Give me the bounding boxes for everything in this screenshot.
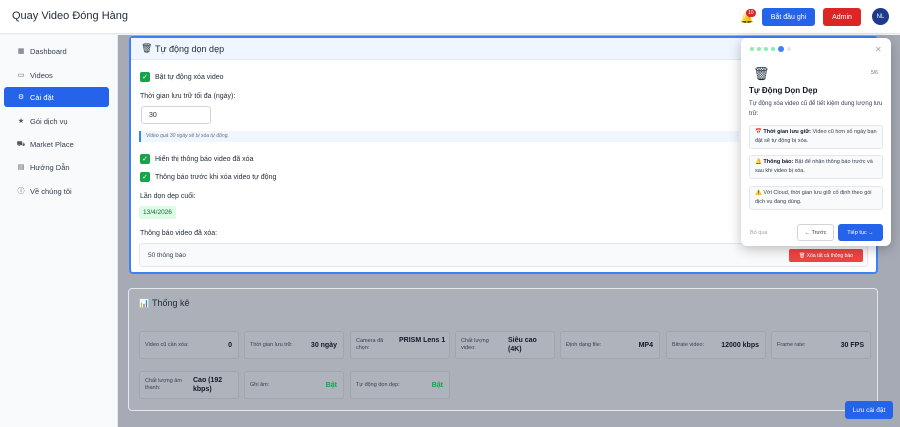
notification-badge: 10 <box>746 9 756 17</box>
gear-icon: ⚙ <box>17 94 25 101</box>
sidebar-item-label: Gói dịch vụ <box>30 116 68 126</box>
show-deleted-checkbox[interactable]: ✓ <box>140 154 150 164</box>
tour-description: Tự động xóa video cũ để tiết kiệm dung l… <box>749 101 883 117</box>
sidebar-item-label: Dashboard <box>30 46 67 56</box>
notif-count: 50 thông báo <box>148 252 186 259</box>
sidebar-item-label: Market Place <box>30 139 74 149</box>
tour-dot <box>750 47 754 51</box>
show-deleted-label: Hiển thị thông báo video đã xóa <box>155 156 254 163</box>
save-settings-button[interactable]: Lưu cài đặt <box>845 401 893 419</box>
retention-days-input[interactable] <box>141 106 211 124</box>
grid-icon: ▦ <box>17 48 25 55</box>
notify-before-checkbox[interactable]: ✓ <box>140 172 150 182</box>
clear-notifications-button[interactable]: 🗑 Xóa tất cả thông báo <box>789 249 863 262</box>
star-icon: ★ <box>17 118 25 125</box>
book-icon: ▤ <box>17 164 25 171</box>
sidebar-item-label: Hướng Dẫn <box>30 162 70 172</box>
stat-old-videos: Video cũ cần xóa: 0 <box>139 331 239 359</box>
tour-title: Tự Động Dọn Dẹp <box>749 86 818 95</box>
admin-button[interactable]: Admin <box>823 8 861 26</box>
auto-delete-label: Bật tự động xóa video <box>155 74 224 81</box>
tour-step-counter: 5/6 <box>871 70 878 76</box>
sidebar-item-plans[interactable]: ★ Gói dịch vụ <box>4 111 109 131</box>
trash-icon: 🗑 <box>141 43 153 53</box>
warning-icon: ⚠️ <box>755 190 762 196</box>
notify-before-label: Thông báo trước khi xóa video tự động <box>155 174 277 181</box>
calendar-icon: 📅 <box>755 129 762 135</box>
avatar[interactable]: NL <box>872 8 889 25</box>
chart-icon: 📊 <box>139 299 149 308</box>
tour-dot <box>757 47 761 51</box>
sidebar-item-label: Videos <box>30 70 53 80</box>
tour-next-button[interactable]: Tiếp tục → <box>838 224 883 241</box>
sidebar-item-label: Về chúng tôi <box>30 186 72 196</box>
stat-audio-record: Ghi âm: Bật <box>244 371 344 399</box>
tour-tip: ⚠️ Với Cloud, thời gian lưu giữ cố định … <box>749 186 883 210</box>
bell-icon: 🔔 <box>755 159 762 165</box>
close-icon[interactable]: ✕ <box>875 45 882 54</box>
tour-prev-button[interactable]: ← Trước <box>797 224 834 241</box>
stats-card: 📊 Thống kê Video cũ cần xóa: 0 Thời gian … <box>128 288 878 411</box>
stat-bitrate: Bitrate video: 12000 kbps <box>666 331 766 359</box>
app-title: Quay Video Đóng Hàng <box>12 10 128 22</box>
deleted-notif-label: Thông báo video đã xóa: <box>140 230 218 237</box>
deleted-notif-box: 50 thông báo 🗑 Xóa tất cả thông báo <box>139 243 868 267</box>
sidebar-item-guide[interactable]: ▤ Hướng Dẫn <box>4 157 109 177</box>
last-cleanup-date: 13/4/2026 <box>139 206 176 219</box>
stat-auto-cleanup: Tự động dọn dẹp: Bật <box>350 371 450 399</box>
trash-icon: 🗑 <box>753 66 770 81</box>
stat-file-format: Định dạng file: MP4 <box>560 331 660 359</box>
stat-retention: Thời gian lưu trữ: 30 ngày <box>244 331 344 359</box>
info-icon: ⓘ <box>17 188 25 195</box>
video-icon: ▭ <box>17 72 25 79</box>
sidebar: ▦ Dashboard ▭ Videos ⚙ Cài đặt ★ Gói dịc… <box>0 35 118 427</box>
retention-hint: Video quá 30 ngày sẽ bị xóa tự động. <box>139 131 739 142</box>
tour-dot <box>764 47 768 51</box>
tour-popover: ✕ 🗑 5/6 Tự Động Dọn Dẹp Tự động xóa vide… <box>741 38 891 246</box>
sidebar-item-about[interactable]: ⓘ Về chúng tôi <box>4 181 109 201</box>
tour-skip-link[interactable]: Bỏ qua <box>750 230 767 236</box>
cleanup-title: Tự động dọn dẹp <box>155 44 225 54</box>
stat-video-quality: Chất lượng video: Siêu cao (4K) <box>455 331 555 359</box>
stat-audio-quality: Chất lượng âm thanh: Cao (192 kbps) <box>139 371 239 399</box>
tour-dot <box>787 47 791 51</box>
sidebar-item-marketplace[interactable]: ⛟ Market Place <box>4 134 109 154</box>
cart-icon: ⛟ <box>16 140 26 148</box>
tour-progress-dots <box>750 46 791 52</box>
stat-camera: Camera đã chọn: PRISM Lens 1 <box>350 331 450 359</box>
notification-bell[interactable]: 🔔 10 <box>740 9 756 25</box>
tour-tip: 🔔 Thông báo: Bật để nhận thông báo trước… <box>749 155 883 179</box>
sidebar-item-settings[interactable]: ⚙ Cài đặt <box>4 87 109 107</box>
stats-title: 📊 Thống kê <box>139 298 190 308</box>
tour-dot <box>771 47 775 51</box>
retention-label: Thời gian lưu trữ tối đa (ngày): <box>140 93 236 100</box>
sidebar-item-videos[interactable]: ▭ Videos <box>4 65 109 85</box>
stat-frame-rate: Frame rate: 30 FPS <box>771 331 871 359</box>
tour-tip: 📅 Thời gian lưu giữ: Video cũ hơn số ngà… <box>749 125 883 149</box>
sidebar-item-dashboard[interactable]: ▦ Dashboard <box>4 41 109 61</box>
auto-delete-checkbox[interactable]: ✓ <box>140 72 150 82</box>
start-record-button[interactable]: Bắt đầu ghi <box>762 8 815 26</box>
last-cleanup-label: Lần dọn dẹp cuối: <box>140 193 196 200</box>
top-bar: Quay Video Đóng Hàng 🔔 10 Bắt đầu ghi Ad… <box>0 0 900 34</box>
tour-dot-current <box>778 46 784 52</box>
sidebar-item-label: Cài đặt <box>30 92 54 102</box>
